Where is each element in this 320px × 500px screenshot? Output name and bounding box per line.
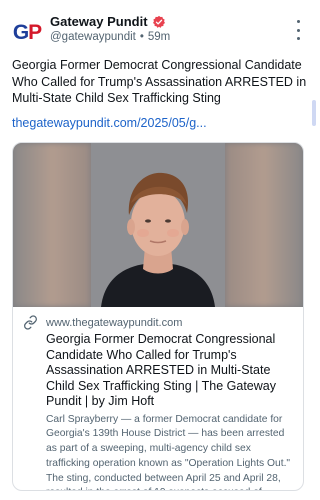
verified-badge-icon [152,15,165,28]
mugshot-photo [91,143,225,307]
post-link[interactable]: thegatewaypundit.com/2025/05/g... [12,116,207,130]
card-domain: www.thegatewaypundit.com [46,316,183,329]
timestamp[interactable]: 59m [148,31,170,43]
scrollbar[interactable] [312,100,316,126]
account-name-row: Gateway Pundit [50,14,166,29]
image-blur-right [225,143,303,307]
separator-dot: • [139,31,144,43]
display-name[interactable]: Gateway Pundit [50,14,148,29]
card-domain-row: www.thegatewaypundit.com [23,315,293,330]
avatar-letter-p: P [28,20,42,44]
post-text: Georgia Former Democrat Congressional Ca… [12,58,307,105]
more-options-icon[interactable] [294,20,302,40]
card-body: www.thegatewaypundit.com Georgia Former … [13,307,303,491]
handle[interactable]: @gatewaypundit [50,31,136,43]
link-preview-card[interactable]: www.thegatewaypundit.com Georgia Former … [12,142,304,491]
avatar-logo: GP [12,20,42,44]
card-image[interactable] [13,143,303,307]
card-description: Carl Sprayberry — a former Democrat cand… [46,413,291,491]
avatar[interactable]: GP [12,17,42,47]
avatar-letter-g: G [12,20,29,44]
image-blur-left [13,143,91,307]
post: GP Gateway Pundit @gatewaypundit • 59m G… [0,0,316,500]
link-icon [24,315,37,330]
card-title[interactable]: Georgia Former Democrat Congressional Ca… [46,332,293,410]
mugshot-illustration [91,143,225,307]
account-meta-row: @gatewaypundit • 59m [50,31,170,43]
